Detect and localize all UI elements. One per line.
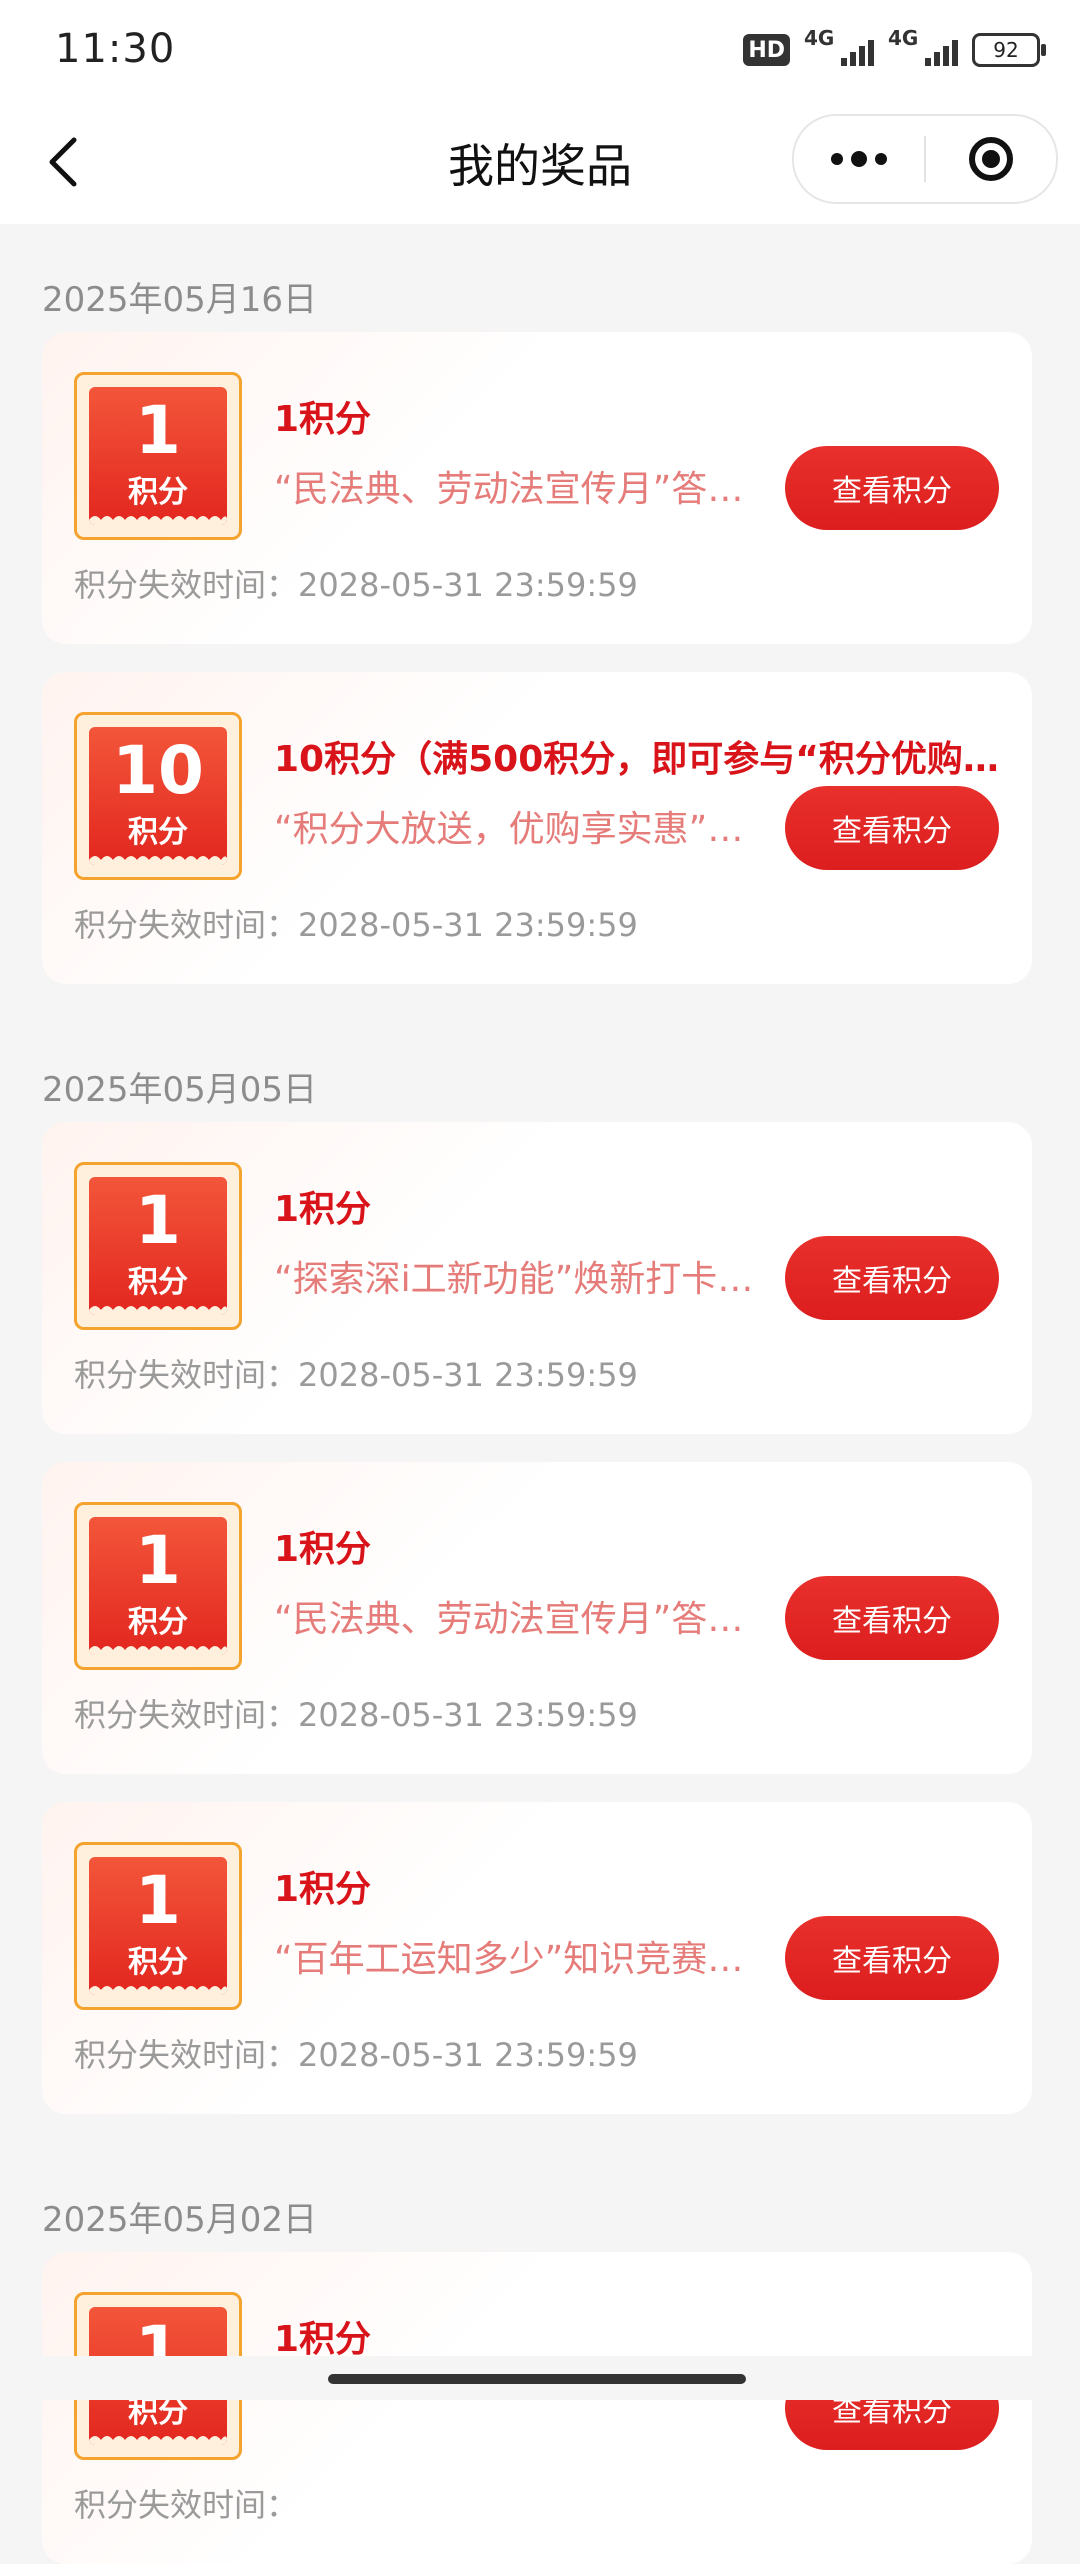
ticket-edge-icon: [89, 2436, 227, 2445]
expiry-value: 2028-05-31 23:59:59: [298, 2036, 638, 2074]
points-badge-ticket: 10 积分: [89, 727, 227, 865]
more-button[interactable]: [794, 116, 924, 202]
signal-icon-2: 4G: [888, 26, 958, 70]
prize-title: 1积分: [274, 1529, 372, 1570]
expiry-label: 积分失效时间：: [74, 566, 299, 604]
ticket-edge-icon: [89, 1986, 227, 1995]
points-badge-ticket: 1 积分: [89, 387, 227, 525]
expiry-time: 积分失效时间：2028-05-31 23:59:59: [74, 1350, 638, 1396]
badge-points-number: 1: [135, 1522, 181, 1599]
badge-points-number: 1: [135, 392, 181, 469]
signal-icon: 4G: [804, 26, 874, 70]
date-header: 2025年05月16日: [42, 280, 318, 320]
expiry-label: 积分失效时间：: [74, 1356, 299, 1394]
expiry-value: 2028-05-31 23:59:59: [298, 1356, 638, 1394]
badge-points-number: 1: [135, 1862, 181, 1939]
prize-description: “积分大放送，优购享实惠”活动: [274, 809, 764, 850]
expiry-time: 积分失效时间：: [74, 2480, 298, 2526]
target-icon: [969, 137, 1013, 181]
close-button[interactable]: [926, 116, 1056, 202]
prize-description: “百年工运知多少”知识竞赛活动: [274, 1939, 764, 1980]
hd-icon: HD: [743, 34, 790, 66]
points-badge-ticket: 1 积分: [89, 1177, 227, 1315]
points-badge: 1 积分: [74, 1502, 242, 1670]
status-icons: HD 4G 4G 92: [743, 26, 1046, 70]
view-points-button[interactable]: 查看积分: [785, 1916, 999, 2000]
mini-program-capsule: [792, 114, 1058, 204]
status-time: 11:30: [55, 26, 176, 72]
network-type-label-2: 4G: [888, 26, 919, 50]
badge-points-unit: 积分: [128, 815, 188, 850]
expiry-label: 积分失效时间：: [74, 1696, 299, 1734]
prize-title: 1积分: [274, 1189, 372, 1230]
expiry-label: 积分失效时间：: [74, 2036, 299, 2074]
status-bar: 11:30 HD 4G 4G 92: [0, 0, 1080, 100]
prize-card[interactable]: 1 积分 1积分 “探索深i工新功能”焕新打卡活动 查看积分 积分失效时间：2028-05…: [42, 1122, 1032, 1434]
ticket-edge-icon: [89, 856, 227, 865]
home-indicator[interactable]: [328, 2374, 746, 2384]
view-points-button[interactable]: 查看积分: [785, 786, 999, 870]
view-points-button[interactable]: 查看积分: [785, 446, 999, 530]
prize-card[interactable]: 1积分1积分“民法典、劳动法宣传月”答题挑战赛查看积分积分失效时间：2028-0…: [42, 1462, 1032, 1774]
points-badge: 10 积分: [74, 712, 242, 880]
ticket-edge-icon: [89, 1646, 227, 1655]
badge-points-number: 1: [135, 1182, 181, 1259]
expiry-label: 积分失效时间：: [74, 906, 299, 944]
expiry-value: 2028-05-31 23:59:59: [298, 566, 638, 604]
prize-title: 1积分: [274, 2319, 372, 2360]
badge-points-unit: 积分: [128, 1605, 188, 1640]
expiry-time: 积分失效时间：2028-05-31 23:59:59: [74, 900, 638, 946]
prize-card[interactable]: 1 积分 1积分 查看积分 积分失效时间：: [42, 2252, 1032, 2564]
view-points-button[interactable]: 查看积分: [785, 1236, 999, 1320]
expiry-time: 积分失效时间：2028-05-31 23:59:59: [74, 2030, 638, 2076]
prize-description: “探索深i工新功能”焕新打卡活动: [274, 1259, 764, 1300]
prize-card[interactable]: 1积分1积分“民法典、劳动法宣传月”答题挑战赛查看积分积分失效时间：2028-0…: [42, 332, 1032, 644]
badge-points-unit: 积分: [128, 1265, 188, 1300]
expiry-value: 2028-05-31 23:59:59: [298, 906, 638, 944]
points-badge-ticket: 1 积分: [89, 1857, 227, 1995]
points-badge: 1 积分: [74, 372, 242, 540]
view-points-button[interactable]: 查看积分: [785, 1576, 999, 1660]
expiry-value: 2028-05-31 23:59:59: [298, 1696, 638, 1734]
badge-points-unit: 积分: [128, 1945, 188, 1980]
points-badge: 1 积分: [74, 1842, 242, 2010]
prize-description: “民法典、劳动法宣传月”答题挑战赛: [274, 469, 764, 510]
prize-description: “民法典、劳动法宣传月”答题挑战赛: [274, 1599, 764, 1640]
date-header: 2025年05月05日: [42, 1070, 318, 1110]
badge-points-number: 10: [112, 732, 204, 809]
nav-bar: 我的奖品: [0, 100, 1080, 224]
expiry-time: 积分失效时间：2028-05-31 23:59:59: [74, 1690, 638, 1736]
badge-points-unit: 积分: [128, 475, 188, 510]
more-dots-icon: [831, 151, 887, 167]
prize-title: 1积分: [274, 399, 372, 440]
prize-title: 1积分: [274, 1869, 372, 1910]
points-badge: 1 积分: [74, 1162, 242, 1330]
date-header: 2025年05月02日: [42, 2200, 318, 2240]
expiry-time: 积分失效时间：2028-05-31 23:59:59: [74, 560, 638, 606]
ticket-edge-icon: [89, 516, 227, 525]
expiry-label: 积分失效时间：: [74, 2486, 299, 2524]
points-badge-ticket: 1 积分: [89, 1517, 227, 1655]
ticket-edge-icon: [89, 1306, 227, 1315]
prize-card[interactable]: 10 积分 10积分（满500积分，即可参与“积分优购”活动） “积分大放送，优购享实…: [42, 672, 1032, 984]
network-type-label: 4G: [804, 26, 835, 50]
prize-card[interactable]: 1 积分 1积分 “百年工运知多少”知识竞赛活动 查看积分 积分失效时间：2028-05-…: [42, 1802, 1032, 2114]
battery-icon: 92: [972, 33, 1046, 67]
prize-title: 10积分（满500积分，即可参与“积分优购”活动）: [274, 739, 1004, 780]
